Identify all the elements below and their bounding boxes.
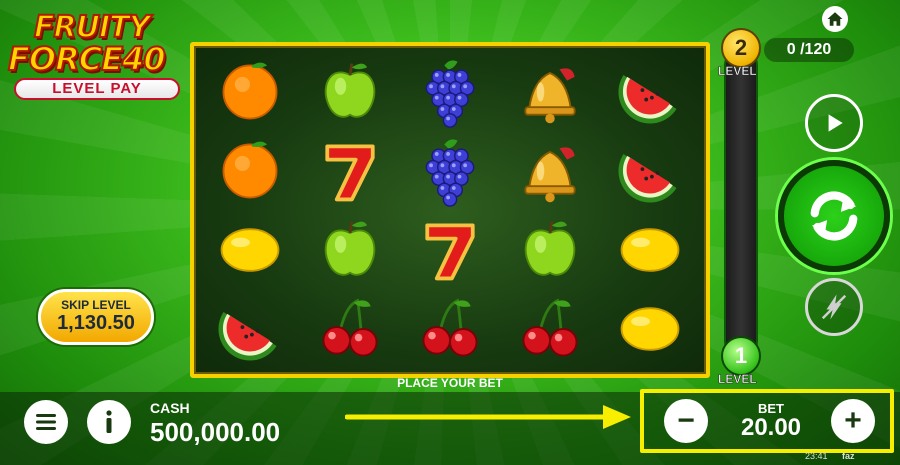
status-message: PLACE YOUR BET (397, 376, 503, 390)
reel-symbol-grapes (400, 131, 500, 210)
home-icon (827, 12, 843, 26)
reel-symbol-watermelon (600, 52, 700, 131)
lemon-icon (620, 306, 680, 351)
reel-symbol-lemon (600, 210, 700, 289)
bet-increase-button[interactable]: + (831, 399, 875, 443)
reel-symbol-apple (300, 210, 400, 289)
apple-icon (324, 62, 376, 118)
reel-symbol-cherry (500, 289, 600, 368)
watermelon-icon (618, 74, 677, 124)
cherry-icon (522, 298, 578, 356)
menu-icon (36, 414, 56, 430)
reels-frame (190, 42, 710, 378)
arrow-annotation-icon (345, 405, 631, 429)
apple-icon (524, 220, 576, 276)
game-logo: FRUITY FORCE40 LEVEL PAY (7, 9, 180, 100)
reel-symbol-orange (200, 131, 300, 210)
level-label-current: LEVEL (718, 372, 757, 387)
menu-button[interactable] (24, 400, 68, 444)
reel-symbol-grapes (400, 52, 500, 131)
watermelon-icon (618, 153, 677, 203)
logo-line2: FORCE40 (7, 39, 167, 79)
play-icon (828, 114, 843, 132)
progress-current: 0 (786, 41, 796, 58)
cherry-icon (422, 298, 478, 356)
brand-mark: faz (842, 451, 855, 461)
level-progress-meter (724, 48, 758, 358)
cash-value: 500,000.00 (150, 417, 281, 447)
lemon-icon (620, 227, 680, 272)
bell-icon (524, 146, 576, 202)
watermelon-icon (218, 311, 277, 361)
reel-symbol-bell (500, 52, 600, 131)
lemon-icon (220, 227, 280, 272)
orange-icon (222, 62, 278, 119)
home-button[interactable] (822, 6, 848, 32)
seven-icon (325, 143, 375, 201)
reel-symbol-cherry (300, 289, 400, 368)
reel-symbol-watermelon (600, 131, 700, 210)
cash-label: CASH (150, 400, 190, 416)
skip-level-value: 1,130.50 (57, 312, 135, 334)
skip-level-button[interactable]: SKIP LEVEL 1,130.50 (38, 289, 154, 345)
skip-level-label: SKIP LEVEL (61, 298, 131, 312)
logo-badge: LEVEL PAY (14, 78, 180, 100)
reel-symbol-orange (200, 52, 300, 131)
level-label-next: LEVEL (718, 64, 757, 79)
orange-icon (222, 141, 278, 198)
reel-symbol-seven (400, 210, 500, 289)
reel-symbol-bell (500, 131, 600, 210)
reel-symbol-lemon (600, 289, 700, 368)
grapes-icon (425, 138, 475, 207)
apple-icon (324, 220, 376, 276)
reel-symbol-apple (500, 210, 600, 289)
bell-icon (524, 67, 576, 123)
turbo-icon (821, 294, 847, 320)
level-badge-current: 1 (721, 336, 761, 376)
autoplay-button[interactable] (805, 94, 863, 152)
info-icon (106, 410, 112, 433)
grapes-icon (425, 59, 475, 128)
progress-total: /120 (800, 41, 832, 58)
reel-grid (200, 52, 700, 368)
cherry-icon (322, 298, 378, 356)
clock: 23:41 (805, 451, 828, 461)
spin-button[interactable] (778, 160, 890, 272)
reel-symbol-cherry (400, 289, 500, 368)
bet-decrease-button[interactable]: − (664, 399, 708, 443)
spin-icon (810, 191, 858, 241)
reel-symbol-watermelon (200, 289, 300, 368)
level-progress-counter: 0 /120 (764, 38, 854, 62)
reel-symbol-apple (300, 52, 400, 131)
reel-symbol-lemon (200, 210, 300, 289)
turbo-button[interactable] (805, 278, 863, 336)
seven-icon (425, 222, 475, 280)
bet-value: 20.00 (740, 414, 802, 441)
info-button[interactable] (87, 400, 131, 444)
reel-symbol-seven (300, 131, 400, 210)
level-badge-next: 2 (721, 28, 761, 68)
